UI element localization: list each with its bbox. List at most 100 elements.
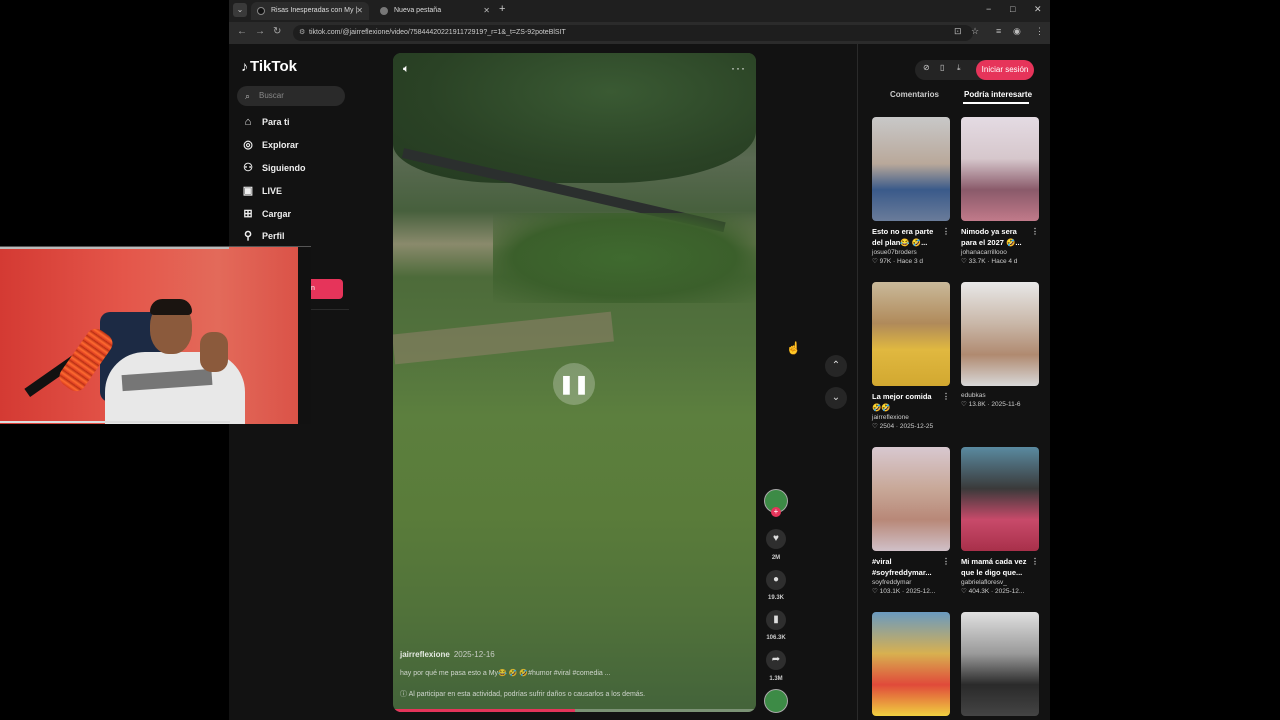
video-progress-fill [393, 709, 575, 712]
previous-video-button[interactable]: ⌃ [825, 355, 847, 377]
sidebar-item-para-ti[interactable]: ⌂ Para ti [241, 114, 290, 130]
chrome-favicon-icon [380, 7, 388, 15]
video-thumbnail[interactable] [961, 447, 1039, 551]
card-title[interactable]: Esto no era parte del plan😂 🤣... ⋮ [872, 226, 950, 248]
next-video-button[interactable]: ⌄ [825, 387, 847, 409]
new-tab-button[interactable]: + [499, 3, 505, 15]
card-menu-icon[interactable]: ⋮ [1031, 226, 1039, 237]
tab-tiktok[interactable]: Risas Inesperadas con My | ✕ [251, 2, 369, 20]
suggested-video-card[interactable]: #viral #soyfreddymar... ⋮ soyfreddymar ♡ … [872, 447, 950, 595]
sidebar-item-explorar[interactable]: ◎ Explorar [241, 137, 298, 153]
compass-icon: ◎ [243, 139, 253, 151]
comment-icon: ● [772, 574, 780, 585]
save-count: 106.3K [766, 635, 786, 641]
download-icon[interactable]: ⤓ [957, 63, 961, 73]
card-author[interactable]: soyfreddymar [872, 579, 950, 586]
close-window-button[interactable]: ✕ [1034, 4, 1042, 15]
sidebar-item-cargar[interactable]: ⊞ Cargar [241, 206, 291, 222]
card-title-text: Mi mamá cada vez que le digo que... [961, 557, 1027, 577]
url-field[interactable]: ⚙ tiktok.com/@jairreflexione/video/75844… [293, 25, 973, 41]
card-author[interactable]: edubkas [961, 392, 1039, 399]
back-icon[interactable]: ← [237, 26, 247, 37]
chevron-down-icon: ⌄ [831, 392, 841, 403]
card-stats: ♡ 13.8K · 2025-11-6 [961, 401, 1021, 408]
card-title-text: Nimodo ya sera para el 2027 🤣... [961, 227, 1022, 247]
tab-new[interactable]: Nueva pestaña ✕ [374, 2, 496, 20]
card-title[interactable]: La mejor comida 🤣🤣 ⋮ [872, 391, 950, 413]
card-author[interactable]: johanacarrillooo [961, 249, 1039, 256]
tiktok-logo[interactable]: ♪ TikTok [241, 58, 297, 75]
card-title[interactable]: Mi mamá cada vez que le digo que... ⋮ [961, 556, 1039, 578]
video-player[interactable]: 🔈︎ ··· ❚❚ jairreflexione 2025-12-16 hay p… [393, 53, 756, 712]
card-menu-icon[interactable]: ⋮ [942, 556, 950, 567]
site-info-icon[interactable]: ⚙ [299, 25, 305, 41]
video-thumbnail[interactable] [961, 117, 1039, 221]
video-thumbnail[interactable] [872, 612, 950, 716]
sidebar-divider [311, 309, 349, 310]
share-button[interactable]: ➦ [766, 650, 786, 670]
webcam-overlay [0, 246, 311, 424]
suggested-video-card[interactable] [872, 612, 950, 716]
sidebar-item-siguiendo[interactable]: ⚇ Siguiendo [241, 160, 305, 176]
card-menu-icon[interactable]: ⋮ [1031, 556, 1039, 567]
card-menu-icon[interactable]: ⋮ [942, 226, 950, 237]
webcam-person-hair [150, 299, 192, 315]
suggested-video-card[interactable]: La mejor comida 🤣🤣 ⋮ jairreflexione ♡ 250… [872, 282, 950, 430]
card-author[interactable]: jairreflexione [872, 414, 950, 421]
reload-icon[interactable]: ↻ [273, 26, 281, 37]
tab-podria-interesarte[interactable]: Podría interesarte [964, 90, 1032, 99]
card-title[interactable]: #viral #soyfreddymar... ⋮ [872, 556, 950, 578]
home-icon: ⌂ [244, 116, 252, 128]
video-thumbnail[interactable] [872, 117, 950, 221]
search-input[interactable]: ⌕ Buscar [237, 86, 345, 106]
card-stats: ♡ 97K · Hace 3 d [872, 258, 923, 265]
search-placeholder: Buscar [259, 91, 284, 100]
forward-icon[interactable]: → [255, 26, 265, 37]
video-author[interactable]: jairreflexione 2025-12-16 [400, 650, 495, 659]
install-icon[interactable]: ⊡ [954, 26, 962, 37]
compass-small-icon[interactable]: ⊘ [923, 63, 930, 72]
suggested-video-card[interactable]: Nimodo ya sera para el 2027 🤣... ⋮ johana… [961, 117, 1039, 265]
music-disc-icon[interactable] [764, 689, 788, 713]
tab-search-button[interactable]: ⌄ [233, 3, 247, 17]
card-author[interactable]: josue07broders [872, 249, 950, 256]
close-tab-icon[interactable]: ✕ [483, 2, 490, 20]
card-title[interactable]: Nimodo ya sera para el 2027 🤣... ⋮ [961, 226, 1039, 248]
pause-button[interactable]: ❚❚ [553, 363, 595, 405]
media-icon[interactable]: ≡ [996, 26, 1001, 36]
close-tab-icon[interactable]: ✕ [356, 2, 363, 20]
suggested-video-card[interactable]: edubkas ♡ 13.8K · 2025-11-6 [961, 282, 1039, 408]
video-progress-bar[interactable] [393, 709, 756, 712]
maximize-button[interactable]: □ [1010, 4, 1015, 14]
video-thumbnail[interactable] [872, 447, 950, 551]
minimize-button[interactable]: − [986, 4, 991, 14]
video-frame-path [393, 311, 614, 365]
account-icon[interactable]: ◉ [1013, 26, 1021, 37]
sidebar-login-button[interactable]: n [311, 279, 343, 299]
video-frame-bushes [493, 213, 756, 303]
video-thumbnail[interactable] [872, 282, 950, 386]
suggested-video-card[interactable] [961, 612, 1039, 716]
suggested-video-card[interactable]: Mi mamá cada vez que le digo que... ⋮ gab… [961, 447, 1039, 595]
login-button[interactable]: Iniciar sesión [976, 60, 1034, 80]
volume-icon[interactable]: 🔈︎ [403, 63, 410, 76]
tab-comentarios[interactable]: Comentarios [890, 90, 939, 99]
video-thumbnail[interactable] [961, 282, 1039, 386]
comment-button[interactable]: ● [766, 570, 786, 590]
sidebar-item-perfil[interactable]: ⚲ Perfil [241, 228, 285, 244]
more-options-icon[interactable]: ··· [731, 61, 746, 75]
follow-plus-icon[interactable]: + [771, 507, 781, 517]
save-button[interactable]: ▮ [766, 610, 786, 630]
bookmark-star-icon[interactable]: ☆ [971, 26, 979, 37]
sidebar-item-live[interactable]: ▣ LIVE [241, 183, 282, 199]
sidebar-item-label: LIVE [262, 186, 283, 196]
webcam-border-bottom [0, 421, 230, 423]
warning-text: Al participar en esta actividad, podrías… [408, 691, 646, 698]
video-thumbnail[interactable] [961, 612, 1039, 716]
suggested-video-card[interactable]: Esto no era parte del plan😂 🤣... ⋮ josue0… [872, 117, 950, 265]
like-button[interactable]: ♥ [766, 529, 786, 549]
device-icon[interactable]: ▯ [940, 63, 944, 72]
menu-kebab-icon[interactable]: ⋮ [1035, 26, 1044, 37]
card-menu-icon[interactable]: ⋮ [942, 391, 950, 402]
card-author[interactable]: gabrielafloresv_ [961, 579, 1039, 586]
